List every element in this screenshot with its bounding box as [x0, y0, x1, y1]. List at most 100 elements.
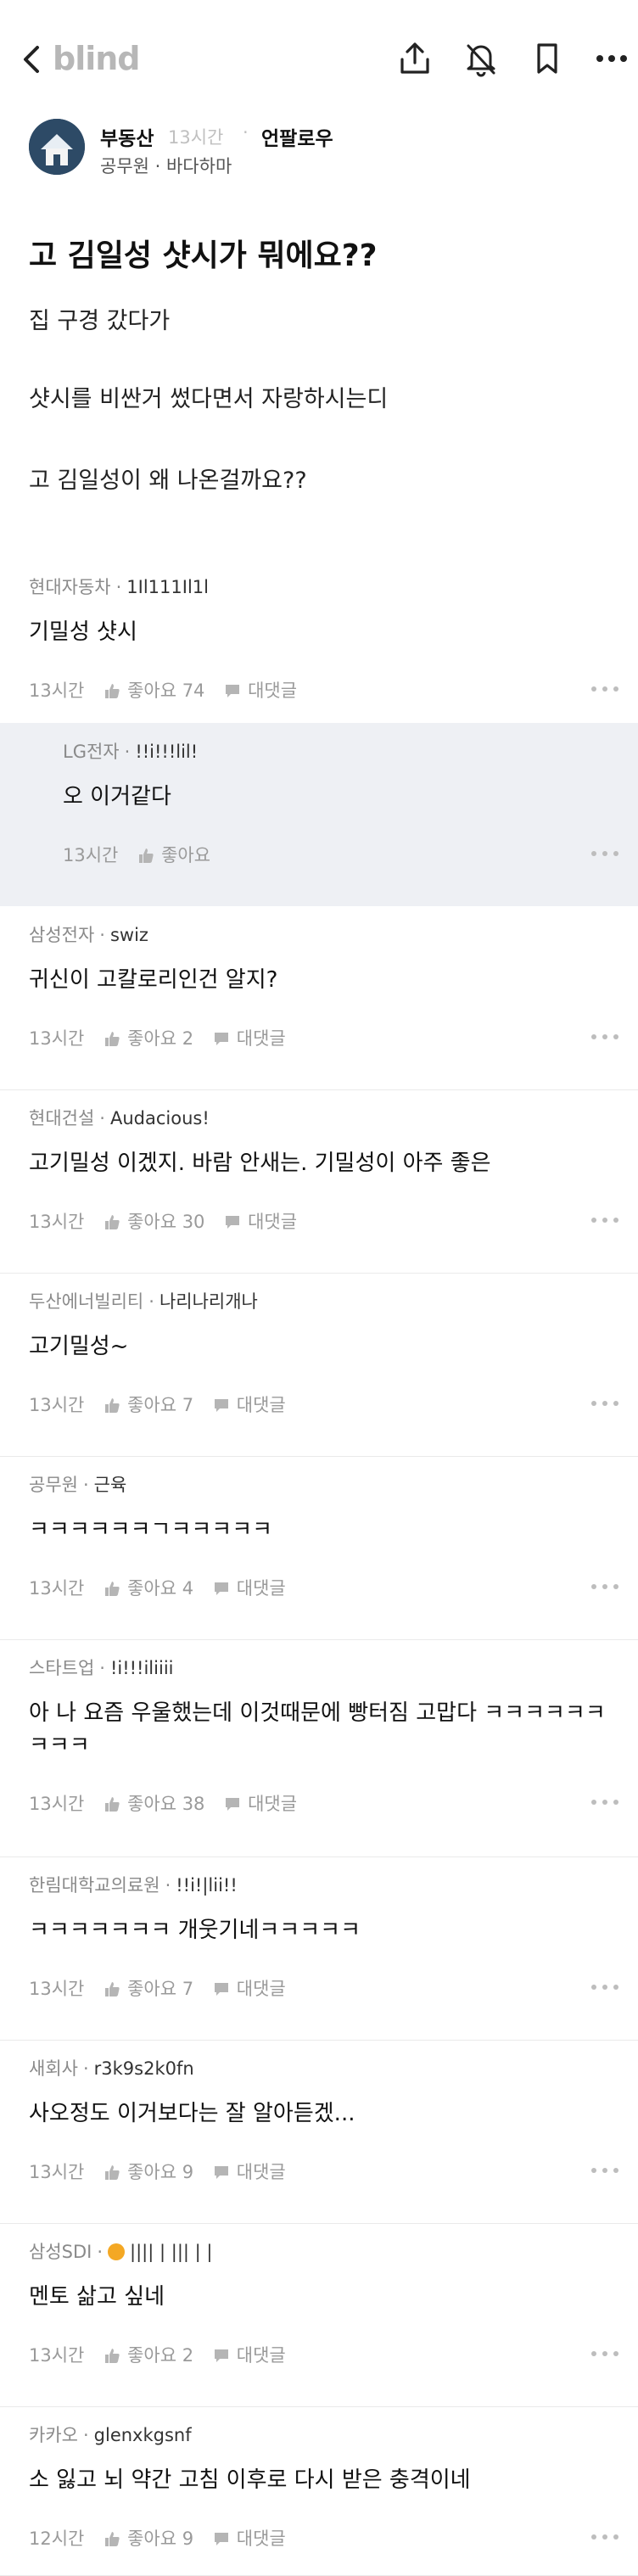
- comment-author[interactable]: 새회사 · r3k9s2k0fn: [29, 2055, 194, 2080]
- comment-author[interactable]: 공무원 · 근육: [29, 1471, 126, 1497]
- reply-label: 대댓글: [236, 2162, 286, 2182]
- reply-button[interactable]: 대댓글: [212, 1578, 286, 1599]
- thumbs-up-icon: [105, 2349, 120, 2363]
- post-time: 13시간: [168, 127, 224, 148]
- comment-nickname: Audacious!: [109, 1108, 210, 1128]
- reply-button[interactable]: 대댓글: [212, 2345, 286, 2366]
- comment-author[interactable]: 삼성전자 · swiz: [29, 921, 148, 947]
- comment-time: 13시간: [29, 2162, 85, 2182]
- reply-label: 대댓글: [236, 2528, 286, 2549]
- reply-bubble-icon: [226, 685, 240, 697]
- thumbs-up-icon: [105, 1797, 120, 1812]
- like-button[interactable]: 좋아요 4: [103, 1578, 193, 1599]
- like-button[interactable]: 좋아요 9: [103, 2528, 193, 2549]
- reply-button[interactable]: 대댓글: [212, 2162, 286, 2182]
- comment: 한림대학교의료원 · !!i!|lii!! ㅋㅋㅋㅋㅋㅋㅋ 개웃기네ㅋㅋㅋㅋㅋ 13시간…: [0, 1856, 638, 2041]
- separator-dot: ·: [243, 122, 249, 143]
- reply-button[interactable]: 대댓글: [223, 1212, 297, 1232]
- comment: 두산에너빌리티 · 나리나리개나 고기밀성~ 13시간 좋아요 7 대댓글: [0, 1273, 638, 1457]
- reply-bubble-icon: [215, 2349, 229, 2362]
- comment-more-icon[interactable]: [590, 2167, 619, 2174]
- comment-author[interactable]: 현대건설 · Audacious!: [29, 1105, 210, 1130]
- more-options-icon[interactable]: [592, 39, 631, 78]
- like-count: 좋아요 7: [127, 1395, 194, 1415]
- like-button[interactable]: 좋아요 38: [103, 1794, 204, 1814]
- comment-more-icon[interactable]: [590, 2534, 619, 2540]
- avatar[interactable]: [29, 119, 85, 175]
- house-avatar-icon: [29, 119, 85, 175]
- comment-company: 카카오: [29, 2425, 78, 2445]
- like-count: 좋아요 7: [127, 1979, 194, 1999]
- comment-author[interactable]: 삼성SDI · |||| | ||| | |: [29, 2238, 212, 2264]
- like-button[interactable]: 좋아요 74: [103, 680, 204, 701]
- comment-author[interactable]: LG전자 · !!i!!!lil!: [63, 738, 198, 764]
- reply-button[interactable]: 대댓글: [223, 680, 297, 701]
- top-bar: blind: [0, 0, 638, 119]
- comment-text: 고기밀성 이겠지. 바람 안새는. 기밀성이 아주 좋은: [29, 1151, 491, 1176]
- like-count: 좋아요 9: [127, 2162, 194, 2182]
- bookmark-icon[interactable]: [528, 39, 567, 78]
- back-arrow-icon[interactable]: [17, 41, 51, 78]
- comment-time: 13시간: [29, 2345, 85, 2366]
- comment-company: 두산에너빌리티: [29, 1291, 144, 1312]
- reply-bubble-icon: [215, 1399, 229, 1412]
- comment-author[interactable]: 스타트업 · !i!!!iliiii: [29, 1655, 173, 1680]
- like-button[interactable]: 좋아요 7: [103, 1979, 193, 1999]
- comment-more-icon[interactable]: [590, 1400, 619, 1407]
- comment-more-icon[interactable]: [590, 1033, 619, 1040]
- comment-more-icon[interactable]: [590, 1583, 619, 1590]
- thumbs-up-icon: [105, 1032, 120, 1046]
- comment-actions: 13시간 좋아요 2 대댓글: [29, 1025, 305, 1050]
- thumbs-up-icon: [105, 1582, 120, 1596]
- unfollow-button[interactable]: 언팔로우: [261, 122, 333, 151]
- comment-nickname: glenxkgsnf: [93, 2425, 192, 2445]
- comment-more-icon[interactable]: [590, 1799, 619, 1806]
- blind-logo[interactable]: blind: [53, 40, 141, 77]
- separator-dot: ·: [82, 2425, 89, 2445]
- comment-nickname: 1Il111Il1l: [126, 577, 209, 597]
- reply-button[interactable]: 대댓글: [212, 1028, 286, 1049]
- like-button[interactable]: 좋아요 2: [103, 2345, 193, 2366]
- post-body-line: 샷시를 비싼거 썼다면서 자랑하시는디: [29, 386, 389, 412]
- comment-author[interactable]: 두산에너빌리티 · 나리나리개나: [29, 1288, 258, 1313]
- like-count: 좋아요 9: [127, 2528, 194, 2549]
- comment-text: 고기밀성~: [29, 1334, 129, 1359]
- separator-dot: ·: [115, 577, 122, 597]
- comment-more-icon[interactable]: [590, 2350, 619, 2357]
- comment-text: ㅋㅋㅋㅋㅋㅋㄱㅋㅋㅋㅋㅋ: [29, 1517, 273, 1543]
- comment-more-icon[interactable]: [590, 850, 619, 857]
- like-button[interactable]: 좋아요 9: [103, 2162, 193, 2182]
- post-author: 부동산 13시간 · 언팔로우 공무원 · 바다하마: [0, 119, 638, 187]
- reply-bubble-icon: [226, 1798, 240, 1811]
- comment-author[interactable]: 현대자동차 · 1Il111Il1l: [29, 574, 209, 599]
- share-icon[interactable]: [395, 39, 434, 78]
- comment-nickname: r3k9s2k0fn: [93, 2058, 194, 2079]
- like-count: 좋아요 38: [127, 1794, 205, 1814]
- reply-bubble-icon: [215, 2533, 229, 2545]
- comment-actions: 13시간 좋아요: [63, 842, 229, 867]
- like-button[interactable]: 좋아요 2: [103, 1028, 193, 1049]
- separator-dot: ·: [97, 2242, 104, 2262]
- comment-time: 13시간: [29, 1212, 85, 1232]
- like-button[interactable]: 좋아요 7: [103, 1395, 193, 1415]
- like-button[interactable]: 좋아요 30: [103, 1212, 204, 1232]
- reply-button[interactable]: 대댓글: [223, 1794, 297, 1814]
- reply-button[interactable]: 대댓글: [212, 1395, 286, 1415]
- comment: 현대자동차 · 1Il111Il1l 기밀성 샷시 13시간 좋아요 74 대댓글: [0, 558, 638, 724]
- comment-company: 스타트업: [29, 1658, 95, 1678]
- like-count: 좋아요 2: [127, 1028, 194, 1049]
- author-name[interactable]: 부동산: [100, 122, 154, 151]
- reply-button[interactable]: 대댓글: [212, 1979, 286, 1999]
- comment: 카카오 · glenxkgsnf 소 잃고 뇌 약간 고침 이후로 다시 받은 충격이…: [0, 2406, 638, 2576]
- comment-author[interactable]: 카카오 · glenxkgsnf: [29, 2422, 192, 2447]
- comment-more-icon[interactable]: [590, 686, 619, 692]
- reply-button[interactable]: 대댓글: [212, 2528, 286, 2549]
- comment-author[interactable]: 한림대학교의료원 · !!i!|lii!!: [29, 1872, 238, 1897]
- comment-more-icon[interactable]: [590, 1217, 619, 1224]
- like-button[interactable]: 좋아요: [137, 845, 210, 865]
- reply-bubble-icon: [215, 1983, 229, 1996]
- comment-more-icon[interactable]: [590, 1984, 619, 1991]
- notification-off-icon[interactable]: [462, 39, 501, 78]
- comment-time: 13시간: [29, 1794, 85, 1814]
- comment-actions: 13시간 좋아요 74 대댓글: [29, 677, 316, 703]
